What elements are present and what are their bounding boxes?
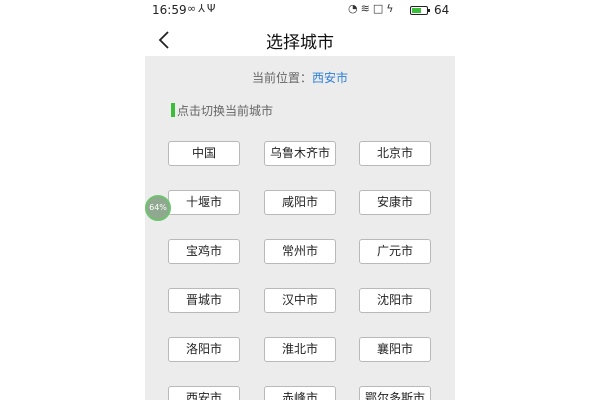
status-bar: 16:59 ∞⅄Ψ ◔≋□ϟ 64	[145, 0, 455, 22]
battery-icon	[410, 6, 430, 15]
title-bar: 选择城市	[145, 22, 455, 56]
alarm-icon: ◔	[348, 2, 361, 15]
city-button[interactable]: 常州市	[264, 239, 336, 264]
charging-icon: ϟ	[386, 2, 397, 15]
city-button[interactable]: 汉中市	[264, 288, 336, 313]
phone-screen: 16:59 ∞⅄Ψ ◔≋□ϟ 64 选择城市 当前位置：西安市 点击切换当前城市…	[145, 0, 455, 400]
city-button[interactable]: 沈阳市	[359, 288, 431, 313]
city-button[interactable]: 洛阳市	[168, 337, 240, 362]
city-button[interactable]: 襄阳市	[359, 337, 431, 362]
status-left-icons: ∞⅄Ψ	[187, 2, 218, 15]
city-button[interactable]: 中国	[168, 141, 240, 166]
switch-city-hint-text: 点击切换当前城市	[177, 104, 274, 118]
city-button[interactable]: 广元市	[359, 239, 431, 264]
switch-city-hint: 点击切换当前城市	[171, 102, 273, 119]
battery-fill	[412, 8, 421, 13]
status-right-icons: ◔≋□ϟ	[348, 2, 397, 15]
page-title: 选择城市	[266, 33, 334, 53]
city-content: 当前位置：西安市 点击切换当前城市 中国 乌鲁木齐市 北京市 十堰市 咸阳市 安康市 宝鸡市…	[145, 56, 455, 400]
city-button[interactable]: 鄂尔多斯市	[359, 386, 431, 400]
city-button[interactable]: 北京市	[359, 141, 431, 166]
city-button[interactable]: 西安市	[168, 386, 240, 400]
infinity-icon: ∞	[187, 2, 199, 15]
city-button[interactable]: 乌鲁木齐市	[264, 141, 336, 166]
wifi-icon: ≋	[360, 2, 373, 15]
city-button[interactable]: 淮北市	[264, 337, 336, 362]
square-icon: □	[372, 2, 387, 15]
share-icon: ⅄	[198, 2, 207, 15]
status-time: 16:59	[152, 3, 187, 17]
battery-tip	[428, 9, 430, 12]
city-button[interactable]: 宝鸡市	[168, 239, 240, 264]
city-button[interactable]: 咸阳市	[264, 190, 336, 215]
usb-icon: Ψ	[206, 2, 218, 15]
city-button[interactable]: 十堰市	[168, 190, 240, 215]
current-location: 当前位置：西安市	[145, 69, 455, 86]
floating-progress-badge[interactable]: 64%	[145, 195, 171, 221]
city-button[interactable]: 安康市	[359, 190, 431, 215]
current-location-label: 当前位置：	[251, 71, 312, 85]
battery-percent: 64	[434, 3, 450, 17]
hint-accent-bar	[171, 103, 175, 117]
current-city-value[interactable]: 西安市	[312, 71, 348, 85]
city-button[interactable]: 赤峰市	[264, 386, 336, 400]
city-button[interactable]: 晋城市	[168, 288, 240, 313]
